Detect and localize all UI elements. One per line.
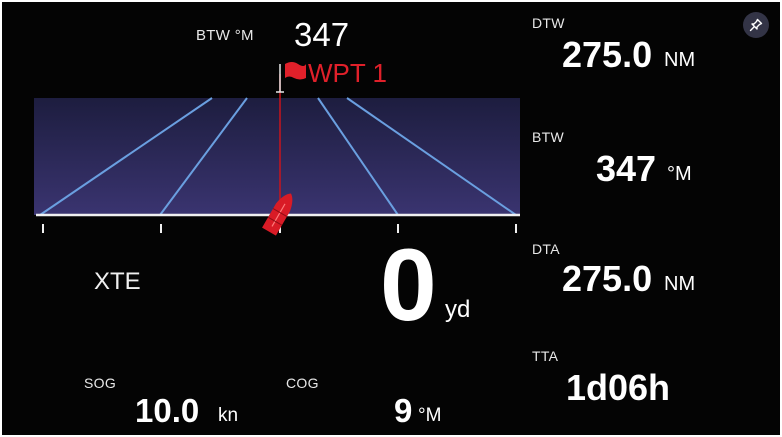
flag-icon (285, 62, 306, 80)
waypoint-marker (276, 64, 284, 93)
cog-unit: °M (418, 405, 442, 426)
tta-value: 1d06h (566, 367, 671, 408)
xte-label: XTE (94, 268, 141, 295)
cog-label: COG (286, 375, 319, 391)
pin-icon (749, 18, 763, 32)
waypoint-name: WPT 1 (308, 58, 387, 88)
dtw-value: 275.0 (562, 34, 653, 75)
cog-value: 9 (394, 392, 413, 429)
xte-value: 0 (380, 228, 437, 342)
btw-label: BTW (532, 129, 565, 145)
btw-value: 347 (596, 148, 657, 189)
header-btw-label: BTW °M (196, 27, 254, 44)
btw-unit: °M (667, 163, 692, 185)
screen: BTW °M 347 WPT 1 XTE 0 yd SOG 10.0 kn CO… (2, 2, 780, 435)
dta-value: 275.0 (562, 258, 653, 299)
xte-unit: yd (445, 296, 471, 323)
sog-value: 10.0 (135, 392, 200, 429)
tta-label: TTA (532, 348, 559, 364)
dta-label: DTA (532, 241, 560, 257)
sog-unit: kn (218, 405, 239, 426)
sog-label: SOG (84, 375, 117, 391)
pin-button[interactable] (743, 12, 769, 38)
dtw-unit: NM (664, 49, 696, 71)
header-btw-value: 347 (294, 16, 350, 53)
highway-area (34, 98, 520, 215)
dta-unit: NM (664, 273, 696, 295)
dtw-label: DTW (532, 15, 565, 31)
